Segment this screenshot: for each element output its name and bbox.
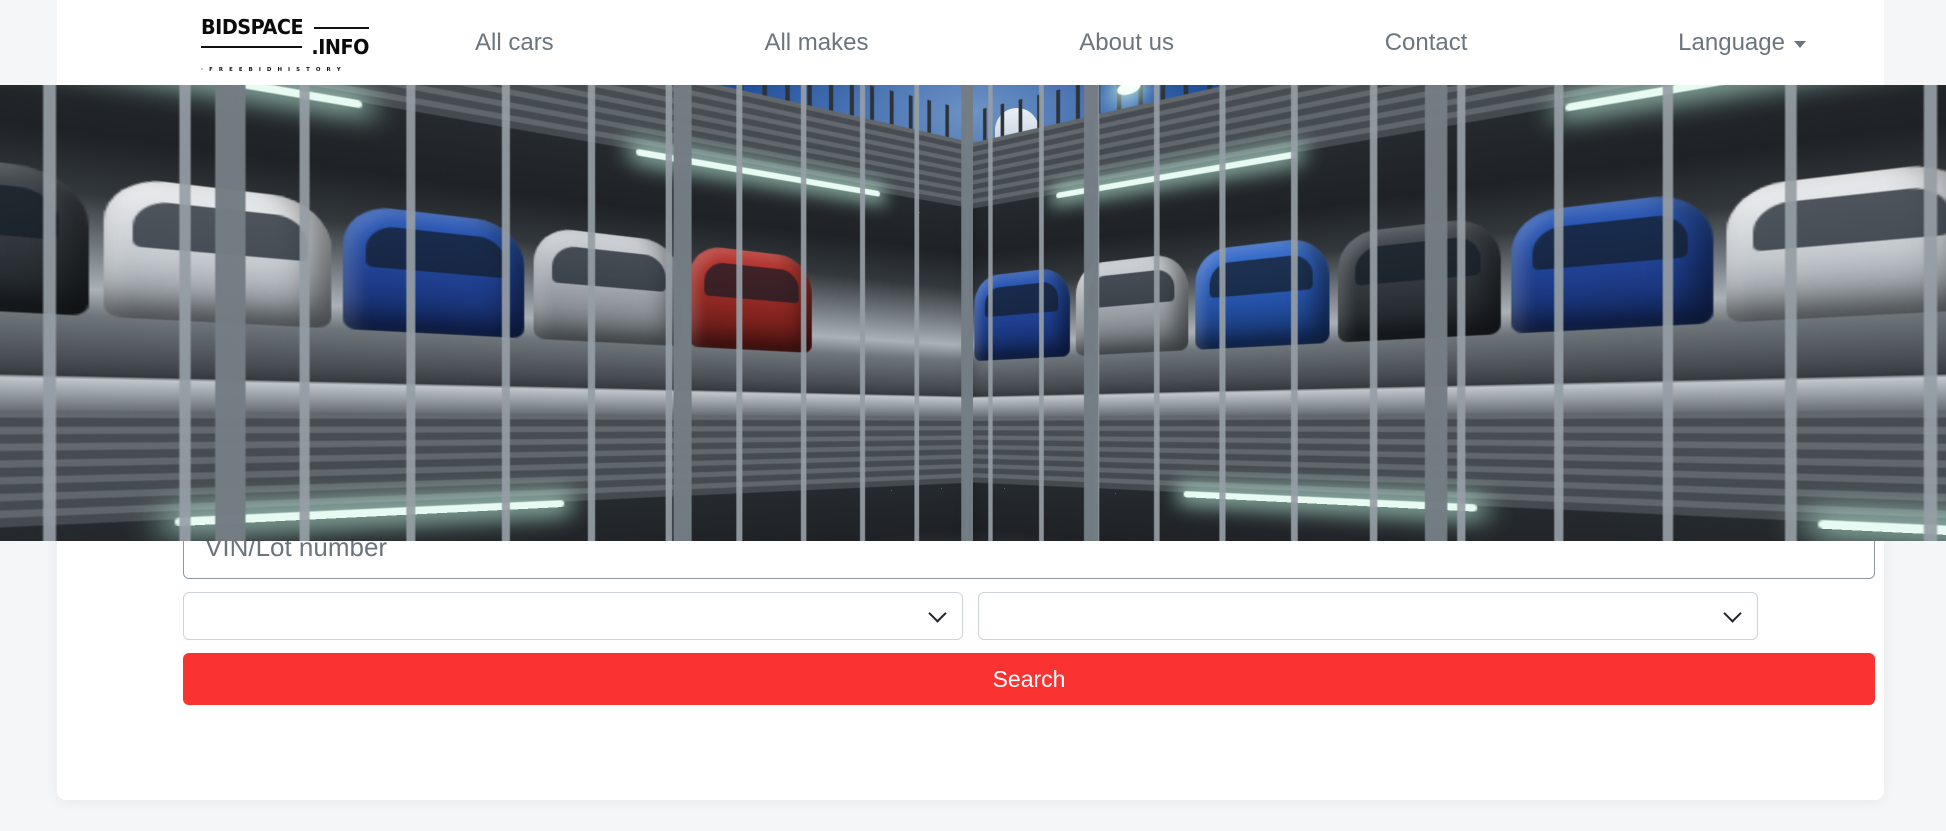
search-button[interactable]: Search (183, 653, 1875, 705)
page-root: BIDSPACE .INFO · F R E E B I D H I S T O… (0, 0, 1946, 831)
logo-tagline-line1: · F R E E B I D H I S T O R Y (201, 66, 343, 73)
logo-rule-right (314, 26, 369, 29)
main-navbar: BIDSPACE .INFO · F R E E B I D H I S T O… (57, 0, 1884, 91)
make-select[interactable] (183, 592, 963, 640)
logo-rule-left (201, 46, 303, 48)
nav-all-makes[interactable]: All makes (764, 28, 868, 58)
chevron-down-icon (1793, 41, 1806, 48)
nav-language-label: Language (1678, 28, 1785, 56)
model-select[interactable] (978, 592, 1758, 640)
select-row (183, 592, 1758, 640)
logo-word-bidspace: BIDSPACE (201, 14, 304, 39)
logo-tagline-line2: C O P A R T A N D I A A I · (201, 84, 335, 91)
parked-car (0, 138, 89, 316)
logo-word-info: .INFO (311, 34, 369, 59)
page-title: Free sales history search service (473, 348, 1468, 420)
brand-logo-link[interactable]: BIDSPACE .INFO · F R E E B I D H I S T O… (165, 14, 405, 91)
nav-language-dropdown[interactable]: Language (1678, 28, 1806, 58)
search-card: Free sales history search service Sales … (57, 294, 1884, 800)
nav-contact[interactable]: Contact (1385, 28, 1468, 58)
search-form: Search (183, 516, 1875, 705)
model-select-wrapper (978, 592, 1758, 640)
bidspace-logo: BIDSPACE .INFO · F R E E B I D H I S T O… (201, 14, 369, 91)
nav-about-us[interactable]: About us (1079, 28, 1174, 58)
vin-lot-input[interactable] (183, 516, 1875, 579)
page-subtitle: Sales history with prices and images fro… (401, 442, 1540, 472)
nav-links: All cars All makes About us Contact Lang… (405, 28, 1884, 58)
make-select-wrapper (183, 592, 963, 640)
nav-all-cars[interactable]: All cars (475, 28, 554, 58)
